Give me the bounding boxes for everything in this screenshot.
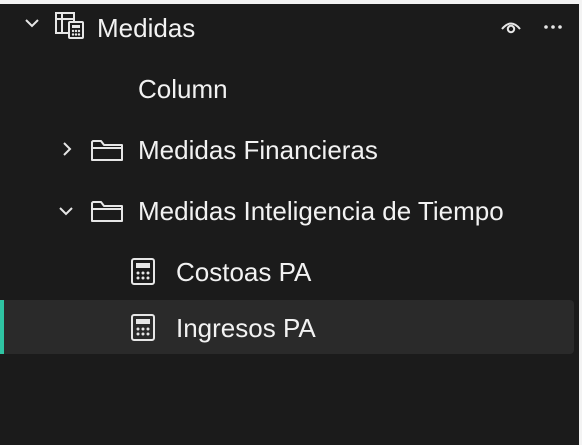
tree-item-label: Column	[138, 74, 228, 104]
folder-icon	[88, 197, 126, 225]
tree-root-label: Medidas	[97, 13, 196, 43]
chevron-right-icon[interactable]	[58, 136, 76, 162]
visibility-icon[interactable]	[499, 15, 523, 39]
chevron-down-icon[interactable]	[56, 198, 76, 224]
calculator-icon	[128, 312, 158, 342]
tree-item-label: Ingresos PA	[176, 313, 316, 343]
tree-root-medidas[interactable]: Medidas	[0, 0, 574, 54]
root-actions	[499, 4, 565, 50]
more-options-icon[interactable]	[541, 15, 565, 39]
model-tree-panel: Medidas Column Medidas Financieras Medid…	[0, 0, 582, 445]
chevron-down-icon[interactable]	[22, 10, 42, 36]
calculator-icon	[128, 256, 158, 286]
tree-measure-ingresos-pa[interactable]: Ingresos PA	[0, 300, 574, 354]
folder-icon	[88, 136, 126, 164]
tree-item-label: Medidas Financieras	[138, 135, 378, 165]
tree-measure-costoas-pa[interactable]: Costoas PA	[0, 244, 574, 298]
table-calculator-icon	[52, 10, 88, 40]
tree-folder-medidas-inteligencia-de-tiempo[interactable]: Medidas Inteligencia de Tiempo	[0, 184, 574, 238]
tree-folder-medidas-financieras[interactable]: Medidas Financieras	[0, 122, 574, 176]
tree-item-label: Costoas PA	[176, 257, 312, 287]
tree-item-label: Medidas Inteligencia de Tiempo	[138, 196, 504, 226]
tree-item-column[interactable]: Column	[0, 62, 574, 116]
selection-indicator	[0, 300, 4, 354]
